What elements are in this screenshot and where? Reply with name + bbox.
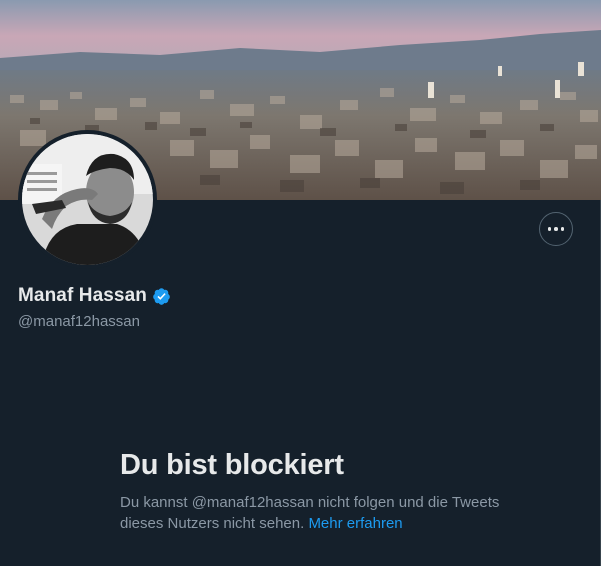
blocked-title: Du bist blockiert [120,449,344,481]
more-options-icon [547,227,565,231]
blocked-notice: Du bist blockiert Du kannst @manaf12hass… [120,448,500,534]
blocked-description: Du kannst @manaf12hassan nicht folgen un… [120,492,500,534]
profile-avatar[interactable] [18,130,157,269]
verified-badge-icon[interactable] [152,287,171,306]
avatar-photo [22,134,153,265]
learn-more-link[interactable]: Mehr erfahren [308,515,402,532]
display-name: Manaf Hassan [18,285,147,306]
more-options-button[interactable] [539,212,573,246]
profile-name-row: Manaf Hassan [18,285,171,307]
profile-handle: @manaf12hassan [18,313,140,330]
